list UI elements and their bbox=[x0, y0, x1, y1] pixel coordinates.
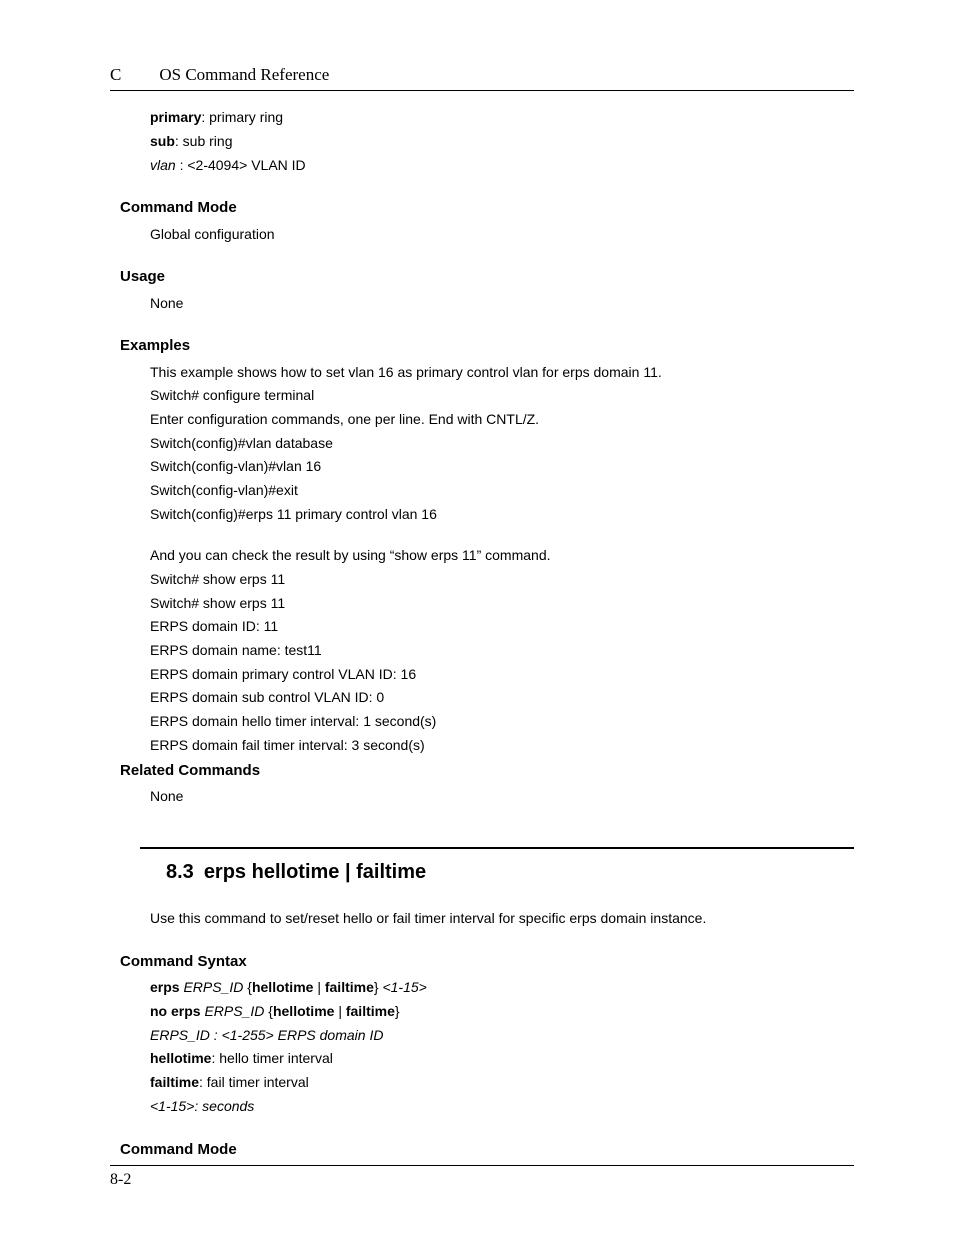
header-letter: C bbox=[110, 62, 121, 88]
param-vlan: vlan : <2-4094> VLAN ID bbox=[150, 155, 854, 177]
syntax-line-2: no erps ERPS_ID {hellotime | failtime} bbox=[150, 1001, 854, 1023]
desc: : hello timer interval bbox=[211, 1050, 332, 1066]
text-line: ERPS domain fail timer interval: 3 secon… bbox=[150, 735, 854, 757]
param-sub: sub: sub ring bbox=[150, 131, 854, 153]
pipe: | bbox=[317, 979, 325, 995]
section-number: 8.3 bbox=[166, 861, 194, 883]
text-line: Switch(config-vlan)#vlan 16 bbox=[150, 456, 854, 478]
related-body: None bbox=[150, 786, 854, 808]
text-line: Switch# show erps 11 bbox=[150, 593, 854, 615]
heading-usage: Usage bbox=[120, 265, 854, 288]
heading-command-mode-2: Command Mode bbox=[120, 1138, 854, 1161]
syntax-line-3: ERPS_ID : <1-255> ERPS domain ID bbox=[150, 1025, 854, 1047]
text-line: ERPS domain name: test11 bbox=[150, 640, 854, 662]
kw: hellotime bbox=[252, 979, 317, 995]
kw: hellotime bbox=[273, 1003, 338, 1019]
param-term: primary bbox=[150, 109, 201, 125]
text-line: None bbox=[150, 293, 854, 315]
text-line: Switch# configure terminal bbox=[150, 385, 854, 407]
kw: failtime bbox=[325, 979, 374, 995]
text-line: ERPS domain primary control VLAN ID: 16 bbox=[150, 664, 854, 686]
text-line: Switch# show erps 11 bbox=[150, 569, 854, 591]
kw: no erps bbox=[150, 1003, 204, 1019]
kw: failtime bbox=[150, 1074, 199, 1090]
section-title: erps hellotime | failtime bbox=[204, 861, 426, 883]
param-term: vlan bbox=[150, 157, 180, 173]
syntax-line-1: erps ERPS_ID {hellotime | failtime} <1-1… bbox=[150, 977, 854, 999]
text-line: Switch(config)#erps 11 primary control v… bbox=[150, 504, 854, 526]
command-mode-body: Global configuration bbox=[150, 224, 854, 246]
desc: : fail timer interval bbox=[199, 1074, 309, 1090]
heading-related-commands: Related Commands bbox=[120, 759, 854, 782]
arg: ERPS_ID bbox=[204, 1003, 268, 1019]
text-line: None bbox=[150, 786, 854, 808]
text-line: Global configuration bbox=[150, 224, 854, 246]
section-rule bbox=[140, 847, 854, 849]
usage-body: None bbox=[150, 293, 854, 315]
text-line: Switch(config)#vlan database bbox=[150, 433, 854, 455]
param-desc: : <2-4094> VLAN ID bbox=[180, 157, 306, 173]
syntax-line-5: failtime: fail timer interval bbox=[150, 1072, 854, 1094]
text-line: ERPS domain sub control VLAN ID: 0 bbox=[150, 687, 854, 709]
examples-body: This example shows how to set vlan 16 as… bbox=[150, 362, 854, 757]
spacer bbox=[150, 527, 854, 543]
text-line: And you can check the result by using “s… bbox=[150, 545, 854, 567]
syntax-body: erps ERPS_ID {hellotime | failtime} <1-1… bbox=[150, 977, 854, 1117]
param-desc: : sub ring bbox=[175, 133, 233, 149]
param-primary: primary: primary ring bbox=[150, 107, 854, 129]
pipe: | bbox=[338, 1003, 346, 1019]
heading-command-syntax: Command Syntax bbox=[120, 950, 854, 973]
syntax-line-6: <1-15>: seconds bbox=[150, 1096, 854, 1118]
text-line: ERPS domain hello timer interval: 1 seco… bbox=[150, 711, 854, 733]
header-title: OS Command Reference bbox=[159, 65, 329, 84]
text-line: Enter configuration commands, one per li… bbox=[150, 409, 854, 431]
text-line: ERPS domain ID: 11 bbox=[150, 616, 854, 638]
kw: hellotime bbox=[150, 1050, 211, 1066]
running-header: C OS Command Reference bbox=[110, 62, 854, 91]
param-block: primary: primary ring sub: sub ring vlan… bbox=[150, 107, 854, 176]
text-line: This example shows how to set vlan 16 as… bbox=[150, 362, 854, 384]
page-number: 8-2 bbox=[110, 1171, 131, 1188]
arg: ERPS_ID bbox=[183, 979, 247, 995]
param-term: sub bbox=[150, 133, 175, 149]
kw: failtime bbox=[346, 1003, 395, 1019]
page: C OS Command Reference primary: primary r… bbox=[0, 0, 954, 1235]
heading-examples: Examples bbox=[120, 334, 854, 357]
heading-command-mode: Command Mode bbox=[120, 196, 854, 219]
section-description: Use this command to set/reset hello or f… bbox=[150, 908, 854, 930]
page-footer: 8-2 bbox=[110, 1165, 854, 1193]
syntax-line-4: hellotime: hello timer interval bbox=[150, 1048, 854, 1070]
section-heading-8-3: 8.3 erps hellotime | failtime bbox=[166, 857, 854, 888]
brace: } bbox=[395, 1003, 400, 1019]
arg: <1-15> bbox=[382, 979, 426, 995]
text-line: Switch(config-vlan)#exit bbox=[150, 480, 854, 502]
param-desc: : primary ring bbox=[201, 109, 283, 125]
kw: erps bbox=[150, 979, 183, 995]
